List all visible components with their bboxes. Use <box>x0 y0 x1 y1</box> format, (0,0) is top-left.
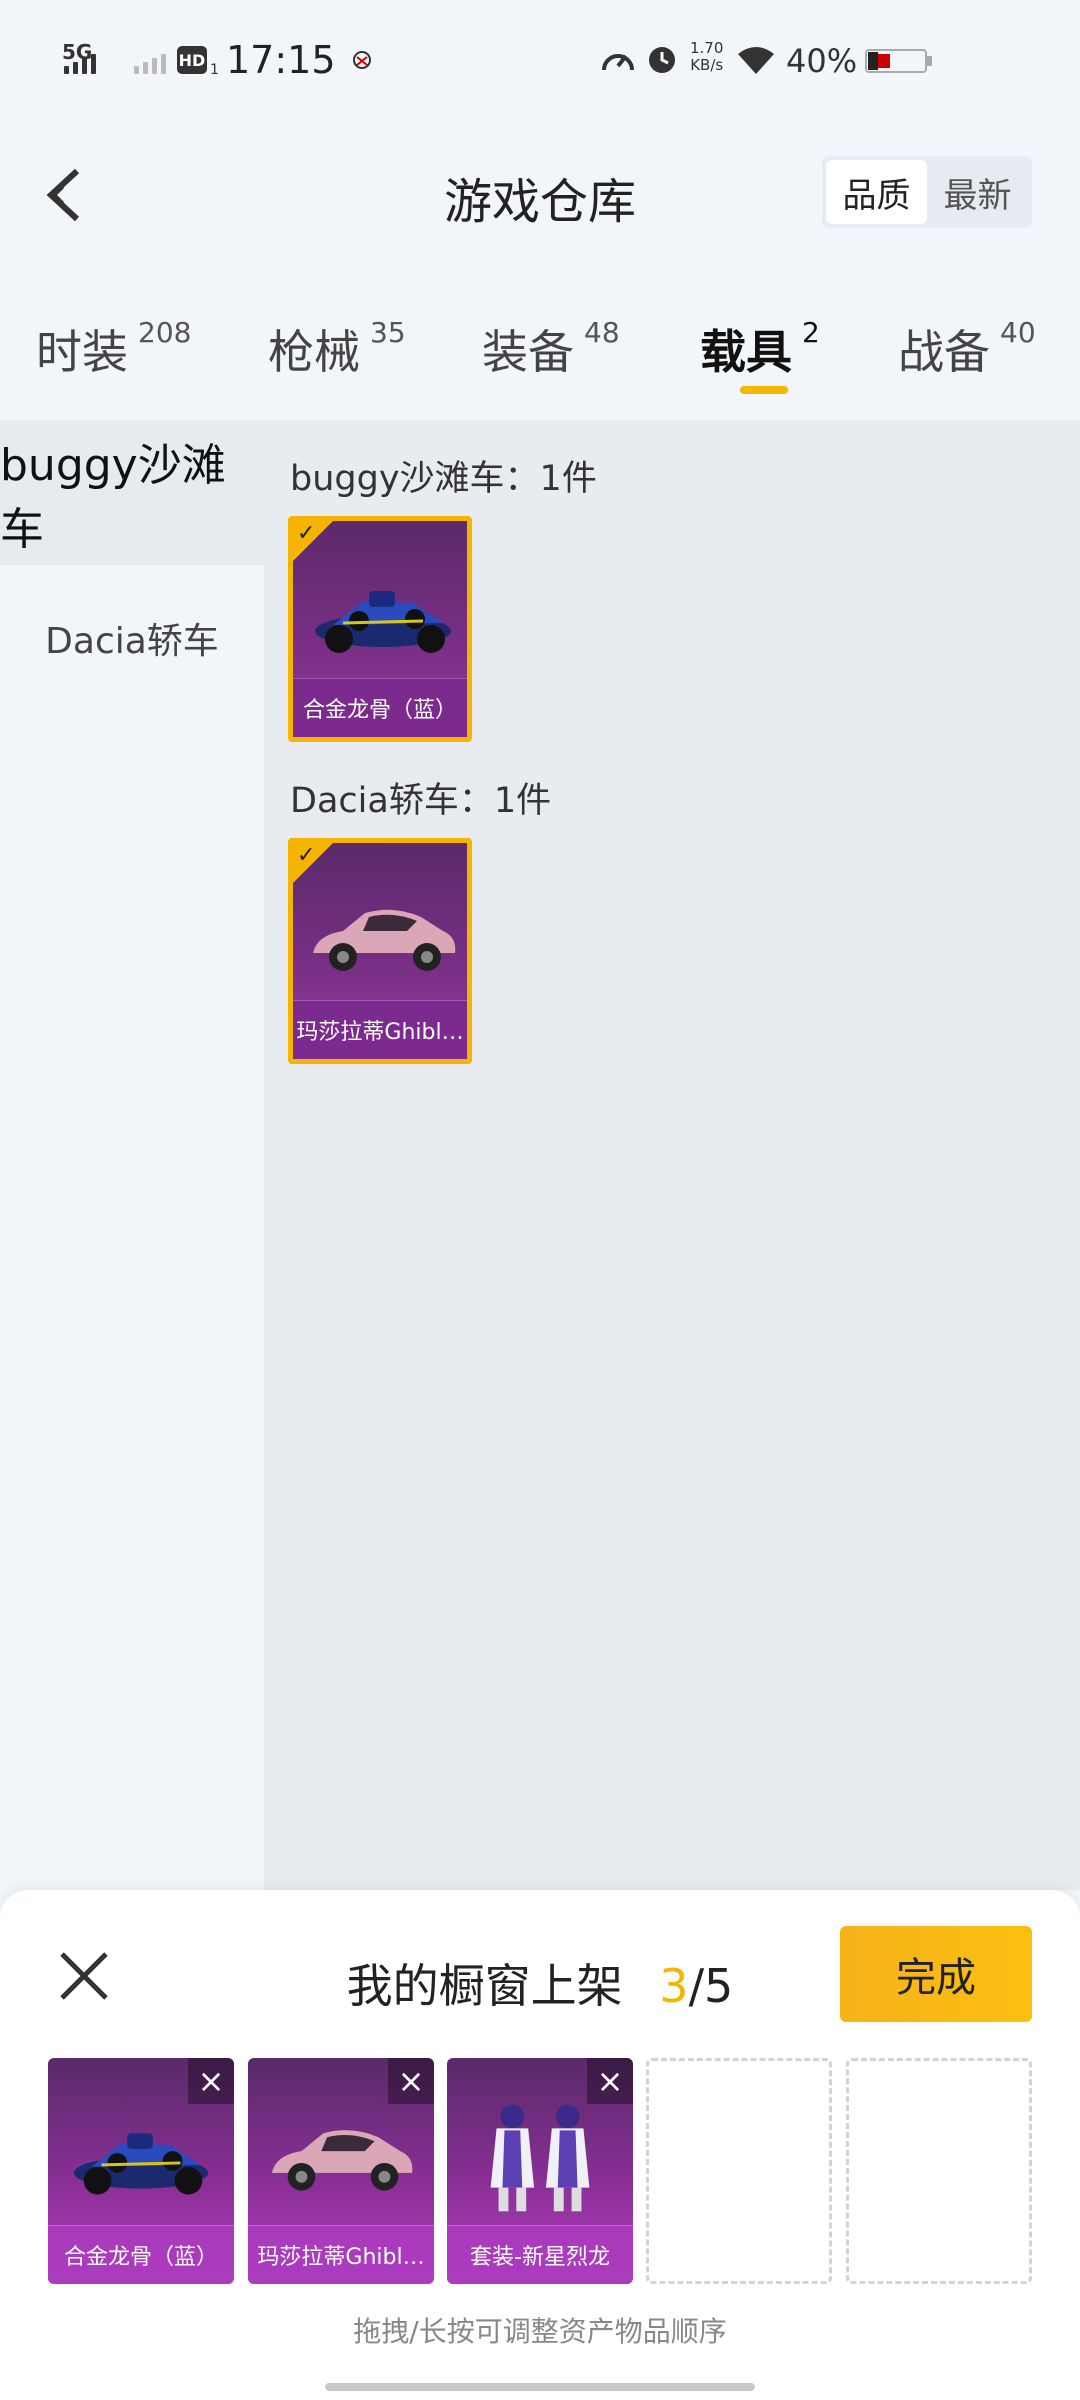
check-icon: ✓ <box>297 843 316 868</box>
item-name: 合金龙骨（蓝） <box>293 678 467 737</box>
tab-equipment[interactable]: 装备 48 <box>482 316 620 382</box>
tab-count: 208 <box>138 316 192 349</box>
tab-vehicles[interactable]: 载具 2 <box>700 316 820 382</box>
item-card-buggy[interactable]: ✓ 合金龙骨（蓝） <box>288 516 472 742</box>
sort-option-latest[interactable]: 最新 <box>927 160 1028 224</box>
tab-count: 40 <box>1000 316 1036 349</box>
group-title-buggy: buggy沙滩车：1件 <box>290 459 597 499</box>
sidebar-item-buggy[interactable]: buggy沙滩车 <box>0 420 264 565</box>
sedan-car-icon <box>271 2130 413 2191</box>
speedometer-icon <box>602 54 634 71</box>
showcase-panel: 我的橱窗上架 3/5 完成 × 合金龙骨（蓝） × 玛莎拉蒂Ghibl… × 套… <box>0 1890 1080 2400</box>
alarm-icon <box>649 47 675 73</box>
header: 游戏仓库 品质 最新 <box>0 130 1080 260</box>
tab-count: 2 <box>802 316 820 349</box>
home-indicator[interactable] <box>325 2383 755 2391</box>
slot-item-name: 合金龙骨（蓝） <box>48 2225 234 2284</box>
status-bar: 5G HD 1 17:15 1.70 KB/s 40% <box>0 0 1080 120</box>
check-icon: ✓ <box>297 521 316 546</box>
hd-voice-icon: HD <box>177 46 207 74</box>
category-tabs: 时装 208 枪械 35 装备 48 载具 2 战备 40 <box>0 300 1080 420</box>
showcase-slot-3[interactable]: × 套装-新星烈龙 <box>447 2058 633 2284</box>
remove-icon[interactable]: × <box>388 2058 434 2104</box>
remove-icon[interactable]: × <box>587 2058 633 2104</box>
battery-percent: 40% <box>786 42 858 80</box>
showcase-current-count: 3 <box>659 1959 689 2013</box>
tab-label: 时装 <box>36 325 128 379</box>
buggy-car-icon <box>73 2133 209 2195</box>
showcase-title-text: 我的橱窗上架 <box>346 1959 623 2013</box>
showcase-slot-empty-4[interactable] <box>646 2058 832 2284</box>
remove-icon[interactable]: × <box>188 2058 234 2104</box>
battery-icon <box>865 49 932 73</box>
showcase-total-count: /5 <box>688 1959 734 2013</box>
buggy-car-icon <box>315 591 451 653</box>
tab-label: 载具 <box>700 325 792 379</box>
tab-count: 35 <box>370 316 406 349</box>
item-name: 玛莎拉蒂Ghibl… <box>293 1000 467 1059</box>
tab-label: 战备 <box>898 325 990 379</box>
tab-firearms[interactable]: 枪械 35 <box>268 316 406 382</box>
vehicle-type-sidebar: buggy沙滩车 Dacia轿车 <box>0 420 264 1890</box>
sedan-car-icon <box>313 909 456 971</box>
sort-option-quality[interactable]: 品质 <box>826 160 927 224</box>
sort-toggle: 品质 最新 <box>822 156 1032 228</box>
wifi-icon <box>738 47 774 74</box>
tab-label: 装备 <box>482 325 574 379</box>
hd-sub-label: 1 <box>210 62 219 78</box>
net-speed: 1.70 KB/s <box>690 40 723 74</box>
showcase-slot-2[interactable]: × 玛莎拉蒂Ghibl… <box>248 2058 434 2284</box>
item-card-dacia[interactable]: ✓ 玛莎拉蒂Ghibl… <box>288 838 472 1064</box>
slot-item-name: 套装-新星烈龙 <box>447 2225 633 2284</box>
signal-strength-icon <box>64 50 96 74</box>
showcase-slot-empty-5[interactable] <box>846 2058 1032 2284</box>
done-button[interactable]: 完成 <box>840 1926 1032 2022</box>
signal-strength-secondary-icon <box>134 50 166 74</box>
app-notification-icon <box>353 51 371 69</box>
reorder-hint: 拖拽/长按可调整资产物品顺序 <box>353 2315 727 2348</box>
slot-item-name: 玛莎拉蒂Ghibl… <box>248 2225 434 2284</box>
net-speed-unit: KB/s <box>690 56 724 74</box>
tab-count: 48 <box>584 316 620 349</box>
item-list: buggy沙滩车：1件 ✓ 合金龙骨（蓝） Dacia轿车：1件 ✓ 玛莎拉蒂G… <box>264 420 1080 1890</box>
net-speed-value: 1.70 <box>690 39 724 57</box>
group-title-dacia: Dacia轿车：1件 <box>290 781 552 821</box>
clock: 17:15 <box>226 38 336 82</box>
sidebar-item-dacia[interactable]: Dacia轿车 <box>0 565 264 710</box>
tab-fashion[interactable]: 时装 208 <box>36 316 191 382</box>
outfit-icon <box>490 2104 590 2212</box>
tab-supplies[interactable]: 战备 40 <box>898 316 1036 382</box>
active-tab-indicator <box>740 386 788 394</box>
tab-label: 枪械 <box>268 325 360 379</box>
showcase-slot-1[interactable]: × 合金龙骨（蓝） <box>48 2058 234 2284</box>
